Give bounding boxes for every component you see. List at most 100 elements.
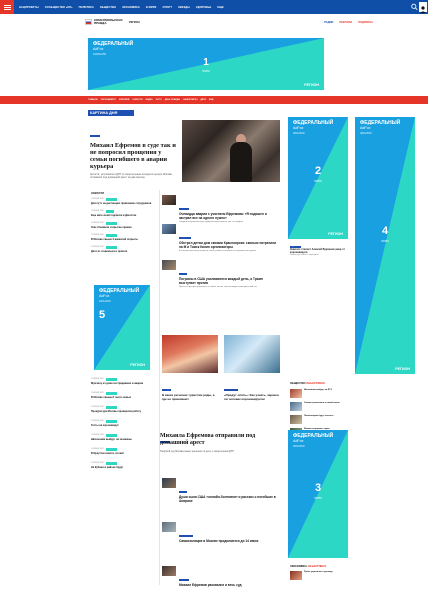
- pair-card[interactable]: ЗВЕЗДЫ В каких регионах туристам рады, а…: [162, 376, 218, 402]
- popular-item[interactable]: Пенсионерам будут платить: [290, 415, 356, 424]
- feed-tag[interactable]: ОБЩЕСТВО: [105, 246, 118, 249]
- feed-tag[interactable]: В МИРЕ: [105, 210, 114, 213]
- feed-tag[interactable]: ОБЩЕСТВО: [105, 448, 118, 451]
- feed-item[interactable]: 11 ИЮНЯ 2020 В МИРЕ Еще мать моей подписк…: [91, 210, 153, 217]
- pair-title[interactable]: «Придут опять»: Как узнать, заразен ли ч…: [224, 393, 280, 401]
- article-title[interactable]: Погромы в США усиливаются каждый день, а…: [179, 277, 279, 286]
- feed-text[interactable]: Мужчину из дома пострадавших в аварии: [91, 382, 153, 385]
- feed-tag[interactable]: ОБЩЕСТВО: [105, 462, 118, 465]
- popular-text[interactable]: Пенсионерам будут платить: [304, 415, 333, 424]
- feed-item[interactable]: 11 ИЮНЯ 2020 ОБЩЕСТВО В Иркутске власти г…: [91, 448, 153, 455]
- popular-thumb[interactable]: [290, 571, 302, 580]
- user-icon[interactable]: [419, 2, 427, 14]
- top-nav-item[interactable]: В МИРЕ: [146, 6, 157, 9]
- feed-tag[interactable]: ЗДОРОВЬЕ: [105, 378, 117, 381]
- top-nav-item[interactable]: НАЦПРОЕКТЫ: [19, 6, 39, 9]
- section-nav-item[interactable]: НОВОСТИ: [133, 99, 143, 101]
- menu-icon[interactable]: [0, 0, 14, 14]
- top-nav-item[interactable]: ЕЩЕ: [217, 6, 223, 9]
- top-nav-item[interactable]: ОБЩЕСТВО: [100, 6, 116, 9]
- article-card[interactable]: ЕФРЕМОВ Очевидца аварии с участием Ефрем…: [162, 195, 282, 223]
- ad-banner-top[interactable]: ФЕДЕРАЛЬНЫЙ AdFox 1000x250 1 50/50 РЕГИО…: [88, 38, 324, 90]
- article-thumbnail[interactable]: [162, 224, 176, 234]
- feed-tag[interactable]: ОБЩЕСТВО: [105, 234, 118, 237]
- popular-thumb[interactable]: [290, 415, 302, 424]
- feed-text[interactable]: На Кубани в районе будут: [91, 466, 153, 469]
- pair-title[interactable]: В каких регионах туристам рады, а где не…: [162, 393, 218, 401]
- article-card[interactable]: В МИРЕ Души сына США «онлайн-болтовня» и…: [162, 478, 282, 503]
- feed-item[interactable]: 11 ИЮНЯ 2020 ОБЩЕСТВО Для путч на дистанц…: [91, 198, 153, 205]
- section-nav-item[interactable]: ДЕНЬ ПОБЕДЫ: [165, 99, 180, 101]
- article-thumbnail[interactable]: [162, 478, 176, 488]
- lead-title[interactable]: Михаил Ефремов в суде так и не попросил …: [90, 142, 180, 170]
- article-card[interactable]: КОРОНАВИРУС Самоизоляция в Москве продол…: [162, 522, 282, 544]
- search-icon[interactable]: [411, 3, 418, 11]
- site-logo[interactable]: КОМСОМОЛЬСКАЯ ПРАВДА: [94, 19, 124, 25]
- section-nav-item[interactable]: НАЦПРОЕКТЫ: [183, 99, 197, 101]
- article-title[interactable]: Души сына США «онлайн-болтовня» и расска…: [179, 495, 279, 504]
- section-nav-item[interactable]: ГЛАВНОЕ: [88, 99, 98, 101]
- feed-text[interactable]: Для путч на дистанцию привлекаю сотрудни…: [91, 202, 153, 205]
- article-thumbnail[interactable]: [162, 260, 176, 270]
- feed-item[interactable]: 11 ИЮНЯ 2020 ОБЩЕСТВО Тесты на коронавиру…: [91, 420, 153, 427]
- section-nav-item[interactable]: ВИДЕО: [146, 99, 153, 101]
- feed-text[interactable]: В Москве свыше 8 тысяч новых: [91, 396, 153, 399]
- article-tag[interactable]: КОРОНАВИРУС: [179, 535, 194, 538]
- section-nav-item[interactable]: ФОТО: [156, 99, 162, 101]
- popular-text[interactable]: Школьники выйдут на ЕГЭ: [304, 389, 332, 398]
- feed-item[interactable]: 11 ИЮНЯ 2020 ОБЩЕСТВО Школьники выйдут на…: [91, 434, 153, 441]
- region-selector[interactable]: РЕГИОН: [129, 21, 140, 24]
- article-tag[interactable]: В МИРЕ: [179, 273, 188, 276]
- feed-item[interactable]: 11 ИЮНЯ 2020 ОБЩЕСТВО Дети из социального…: [91, 246, 153, 253]
- feed-text[interactable]: В Москве свыше 3 вакансий открыты: [91, 238, 153, 241]
- top-nav-item[interactable]: СПОРТ: [163, 6, 173, 9]
- article-tag[interactable]: В МИРЕ: [179, 491, 188, 494]
- article-tag[interactable]: ОБЩЕСТВО: [179, 237, 191, 240]
- top-nav-item[interactable]: ЗДОРОВЬЕ: [196, 6, 211, 9]
- ad-banner-right-2[interactable]: ФЕДЕРАЛЬНЫЙ AdFox 300x600 2 50/50 РЕГИОН: [288, 117, 348, 239]
- pair-tag[interactable]: КОРОНАВИРУС: [224, 389, 239, 392]
- feed-text[interactable]: Прокуратура Москвы проверила работу: [91, 410, 153, 413]
- section-nav-item[interactable]: ЕФРЕМОВ: [119, 99, 129, 101]
- article-card[interactable]: ОБЩЕСТВО Обстрел детям дом своими Красно…: [162, 224, 282, 252]
- popular-thumb[interactable]: [290, 402, 302, 411]
- top-nav-item[interactable]: ПОЛИТИКА: [79, 6, 94, 9]
- lead-photo[interactable]: [182, 120, 280, 182]
- feed-tag[interactable]: ОБЩЕСТВО: [105, 420, 118, 423]
- feed-tag[interactable]: ОБЩЕСТВО: [105, 406, 118, 409]
- feed-item[interactable]: 11 ИЮНЯ 2020 ЗДОРОВЬЕ Мужчину из дома пос…: [91, 378, 153, 385]
- feed-text[interactable]: Еще мать моей подписки в Дагестан: [91, 214, 153, 217]
- feed-text[interactable]: Они объявили открытие приема: [91, 226, 153, 229]
- radio-link[interactable]: РАДИО: [324, 21, 333, 24]
- feed-item[interactable]: 11 ИЮНЯ 2020 ОБЩЕСТВО В Москве свыше 3 ва…: [91, 234, 153, 241]
- article-title[interactable]: Обстрел детям дом своими Красноярска: ск…: [179, 241, 279, 250]
- article-card[interactable]: В МИРЕ Погромы в США усиливаются каждый …: [162, 260, 282, 288]
- feed-item[interactable]: 11 ИЮНЯ 2020 ОБЩЕСТВО Прокуратура Москвы …: [91, 406, 153, 413]
- ad-banner-right-4[interactable]: ФЕДЕРАЛЬНЫЙ AdFox 300x600 4 50/50 РЕГИОН: [355, 117, 415, 374]
- article-thumbnail[interactable]: [162, 522, 176, 532]
- feed-text[interactable]: В Иркутске власти готовят: [91, 452, 153, 455]
- section-nav-item[interactable]: ЕЩЕ: [209, 99, 214, 101]
- feed-item[interactable]: 11 ИЮНЯ 2020 ОБЩЕСТВО На Кубани в районе …: [91, 462, 153, 469]
- section-nav-item[interactable]: КОРОНАВИРУС: [101, 99, 116, 101]
- popular-text[interactable]: Ученые рассказали о новой волне: [304, 402, 340, 411]
- ads-link[interactable]: РЕКЛАМА: [339, 21, 352, 24]
- feed-tag[interactable]: ОБЩЕСТВО: [105, 392, 118, 395]
- ad-banner-right-3[interactable]: ФЕДЕРАЛЬНЫЙ AdFox 300x600 3 50/50: [288, 430, 348, 558]
- pair-photo-1[interactable]: [162, 335, 218, 373]
- popular-item[interactable]: Рубль укрепился к доллару: [290, 571, 356, 580]
- popular-item[interactable]: Школьники выйдут на ЕГЭ: [290, 389, 356, 398]
- popular-thumb[interactable]: [290, 389, 302, 398]
- section-nav-item[interactable]: ДЕТИ: [201, 99, 206, 101]
- article-tag[interactable]: ЕФРЕМОВ: [179, 579, 190, 582]
- pair-tag[interactable]: ЗВЕЗДЫ: [162, 389, 171, 392]
- feed-item[interactable]: 11 ИЮНЯ 2020 ОБЩЕСТВО Они объявили открыт…: [91, 222, 153, 229]
- ad-banner-left-5[interactable]: ФЕДЕРАЛЬНЫЙ AdFox 240x400 5 РЕГИОН: [94, 285, 150, 370]
- feed-tag[interactable]: ОБЩЕСТВО: [105, 434, 118, 437]
- article-thumbnail[interactable]: [162, 195, 176, 205]
- top-nav-item[interactable]: ЗВЕЗДЫ: [178, 6, 190, 9]
- news-feed-heading[interactable]: НОВОСТИ: [91, 192, 104, 195]
- article-tag[interactable]: ЕФРЕМОВ: [179, 208, 190, 211]
- article-title[interactable]: Михаил Ефремов раскаялся и весь суд: [179, 583, 279, 588]
- feed-text[interactable]: Школьники выйдут на экзамены: [91, 438, 153, 441]
